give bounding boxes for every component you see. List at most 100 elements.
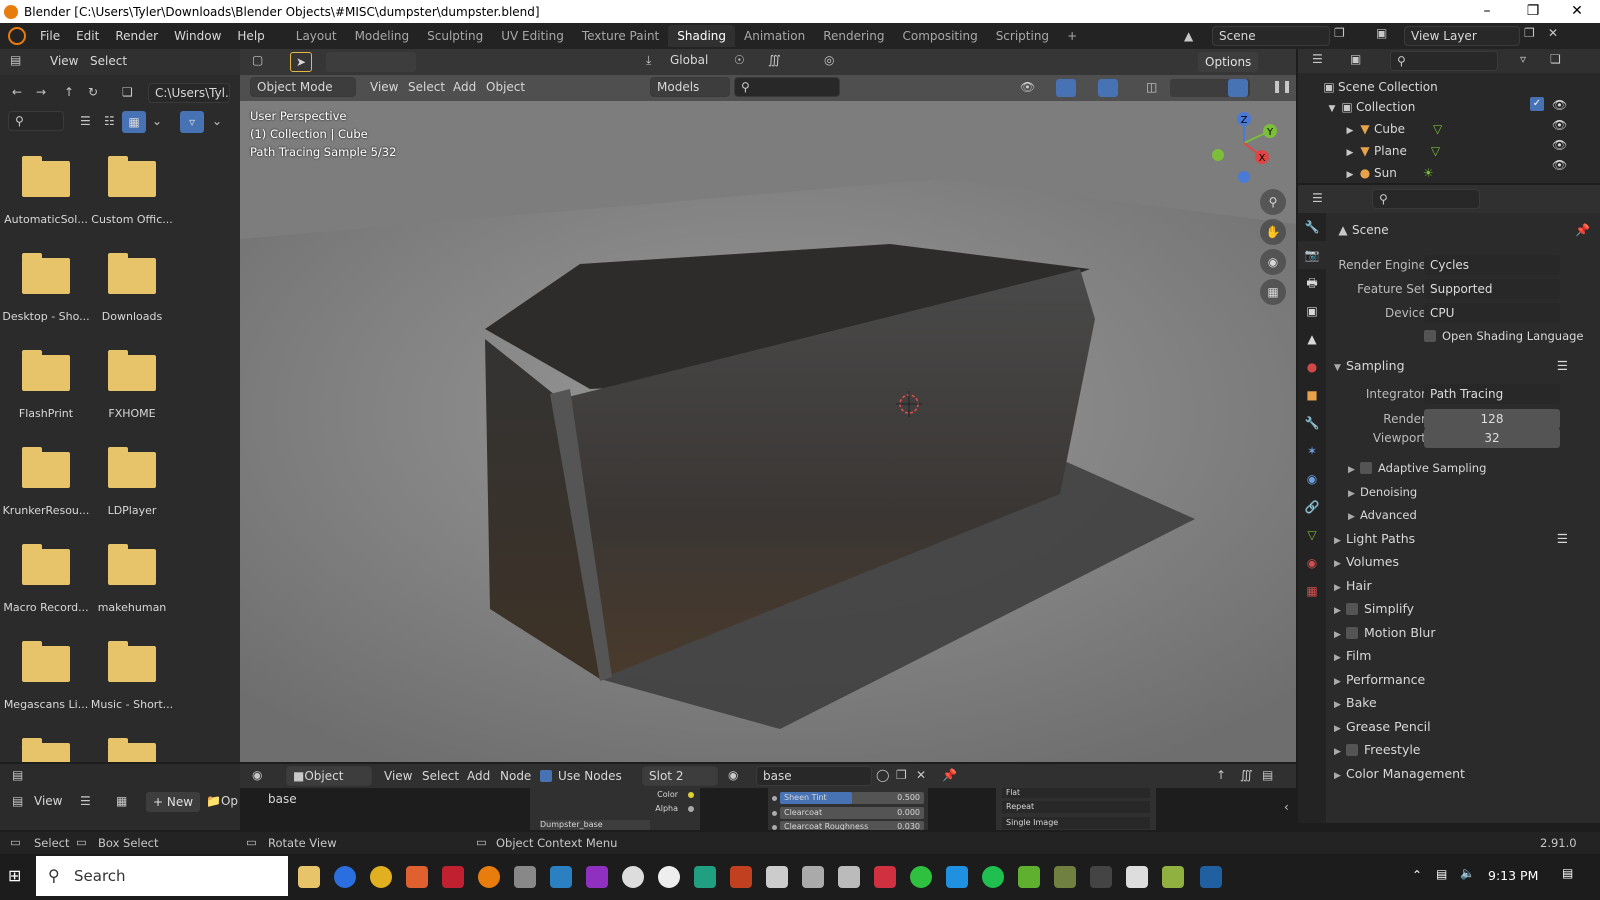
- viewport-add-menu[interactable]: Add: [453, 80, 476, 94]
- options-dropdown[interactable]: Options: [1198, 52, 1259, 72]
- folder-item[interactable]: FXHOME: [88, 341, 174, 433]
- expand-icon[interactable]: ▶: [1344, 165, 1356, 185]
- menu-edit[interactable]: Edit: [68, 24, 107, 48]
- mesh-data-icon[interactable]: ▽: [1433, 119, 1442, 139]
- sun-data-icon[interactable]: ☀: [1423, 163, 1434, 183]
- image-datablock[interactable]: Dumpster_base: [540, 820, 650, 830]
- select-tool-icon[interactable]: ➤: [290, 52, 312, 72]
- world-tab-icon[interactable]: ●: [1298, 353, 1326, 381]
- simplify-panel[interactable]: ▶ Simplify: [1334, 598, 1594, 620]
- presets-icon[interactable]: ☰: [1557, 528, 1568, 550]
- refresh-icon[interactable]: ↻: [88, 85, 98, 99]
- outliner-object-row[interactable]: ▶ ▼ Cube ▽: [1320, 119, 1443, 141]
- eye-icon[interactable]: 👁: [1552, 155, 1567, 175]
- proportional-edit-icon[interactable]: ◎: [824, 53, 834, 67]
- snap-icon[interactable]: ∭: [768, 53, 781, 67]
- feature-set-select[interactable]: Supported: [1424, 279, 1560, 299]
- folder-item[interactable]: [88, 729, 174, 762]
- file-search-input[interactable]: ⚲: [8, 111, 64, 131]
- orientation-select[interactable]: Global: [670, 53, 708, 67]
- viewport-view-menu[interactable]: View: [370, 80, 398, 94]
- xray-icon[interactable]: ◫: [1146, 80, 1157, 94]
- advanced-subpanel[interactable]: ▶ Advanced: [1348, 504, 1600, 526]
- tray-chevron-icon[interactable]: ⌃: [1412, 868, 1422, 882]
- hamburger-icon[interactable]: ☰: [80, 794, 91, 808]
- new-image-button[interactable]: + New: [146, 792, 201, 812]
- parent-dir-icon[interactable]: ↑: [64, 85, 74, 99]
- modifier-tab-icon[interactable]: 🔧: [1298, 409, 1326, 437]
- expand-icon[interactable]: ▶: [1344, 143, 1356, 163]
- editor-type-icon[interactable]: ☰: [1312, 52, 1323, 66]
- app-icon[interactable]: [550, 866, 572, 888]
- maximize-button[interactable]: ❐: [1510, 0, 1556, 23]
- shader-type-select[interactable]: ■ Object: [286, 766, 372, 786]
- unlink-icon[interactable]: ✕: [916, 768, 926, 782]
- image-view-menu[interactable]: View: [34, 794, 62, 808]
- new-scene-icon[interactable]: ❐: [1334, 26, 1354, 46]
- tab-scripting[interactable]: Scripting: [987, 25, 1058, 47]
- color-socket[interactable]: [688, 792, 694, 798]
- use-nodes-toggle[interactable]: Use Nodes: [540, 769, 622, 783]
- freestyle-panel[interactable]: ▶ Freestyle: [1334, 739, 1594, 761]
- app-icon[interactable]: [406, 866, 428, 888]
- unity-icon[interactable]: [514, 866, 536, 888]
- motion-blur-panel[interactable]: ▶ Motion Blur: [1334, 622, 1594, 644]
- editor-type-icon[interactable]: ▤: [10, 53, 21, 67]
- chrome-icon[interactable]: [370, 866, 392, 888]
- minecraft-icon[interactable]: [1054, 866, 1076, 888]
- volume-icon[interactable]: 🔈: [1460, 866, 1475, 880]
- folder-item[interactable]: Desktop - Sho...: [2, 244, 90, 336]
- scene-selector[interactable]: Scene: [1212, 26, 1330, 46]
- clock[interactable]: 9:13 PM: [1488, 868, 1538, 883]
- pivot-icon[interactable]: ☉: [734, 53, 745, 67]
- properties-search-input[interactable]: ⚲: [1372, 189, 1480, 209]
- app-icon[interactable]: [874, 866, 896, 888]
- display-mode-icon[interactable]: ▣: [1350, 52, 1361, 66]
- file-explorer-icon[interactable]: [298, 866, 320, 888]
- material-browse-icon[interactable]: ◉: [728, 768, 738, 782]
- app-icon[interactable]: [1090, 866, 1112, 888]
- render-engine-select[interactable]: Cycles: [1424, 255, 1560, 275]
- camera-view-icon[interactable]: ◉: [1260, 249, 1286, 275]
- viewport-object-menu[interactable]: Object: [486, 80, 525, 94]
- folder-item[interactable]: LDPlayer: [88, 438, 174, 530]
- folder-item[interactable]: [2, 729, 88, 762]
- render-tab-icon[interactable]: 📷: [1298, 241, 1326, 269]
- tab-modeling[interactable]: Modeling: [346, 25, 419, 47]
- scene-collection-row[interactable]: ▣ Scene Collection: [1320, 77, 1442, 97]
- close-button[interactable]: ✕: [1554, 0, 1600, 23]
- tab-animation[interactable]: Animation: [735, 25, 814, 47]
- outliner-search-input[interactable]: ⚲: [1390, 51, 1498, 71]
- scene-tab-icon[interactable]: ▲: [1298, 325, 1326, 353]
- source-select[interactable]: Single Image: [1002, 817, 1150, 829]
- collection-row[interactable]: ▼ ▣ Collection: [1320, 97, 1442, 119]
- add-workspace-button[interactable]: +: [1058, 25, 1086, 47]
- new-folder-icon[interactable]: ❏: [122, 85, 133, 99]
- duplicate-icon[interactable]: ❐: [896, 768, 907, 782]
- osl-checkbox[interactable]: [1424, 330, 1436, 342]
- color-management-panel[interactable]: ▶ Color Management: [1334, 763, 1594, 785]
- eye-icon[interactable]: 👁: [1552, 95, 1567, 115]
- use-nodes-checkbox[interactable]: [540, 770, 552, 782]
- adaptive-checkbox[interactable]: [1360, 462, 1372, 474]
- outliner-object-row[interactable]: ▶ ▼ Plane ▽: [1320, 141, 1442, 163]
- denoising-subpanel[interactable]: ▶ Denoising: [1348, 481, 1600, 503]
- folder-item[interactable]: Downloads: [88, 244, 174, 336]
- display-chevron-icon[interactable]: ⌄: [152, 114, 162, 128]
- mode-select[interactable]: Object Mode: [250, 77, 356, 97]
- folder-item[interactable]: Music - Short...: [88, 632, 174, 724]
- thumbnail-view-icon[interactable]: ▦: [122, 111, 146, 133]
- forward-arrow-icon[interactable]: →: [36, 85, 46, 99]
- light-paths-panel[interactable]: ▶ Light Paths ☰: [1334, 528, 1594, 550]
- new-view-layer-icon[interactable]: ❐: [1524, 26, 1544, 46]
- spotify-icon[interactable]: [982, 866, 1004, 888]
- clearcoat-slider[interactable]: Clearcoat 0.000: [780, 807, 924, 819]
- output-tab-icon[interactable]: 🖶: [1298, 269, 1326, 297]
- exclude-checkbox[interactable]: ✓: [1530, 97, 1544, 111]
- expand-icon[interactable]: ▼: [1326, 99, 1338, 119]
- image-editor-icon[interactable]: ▤: [12, 794, 23, 808]
- constraints-tab-icon[interactable]: 🔗: [1298, 493, 1326, 521]
- network-icon[interactable]: ▤: [1436, 867, 1447, 881]
- folder-item[interactable]: AutomaticSol...: [2, 147, 88, 239]
- input-socket[interactable]: [772, 825, 777, 830]
